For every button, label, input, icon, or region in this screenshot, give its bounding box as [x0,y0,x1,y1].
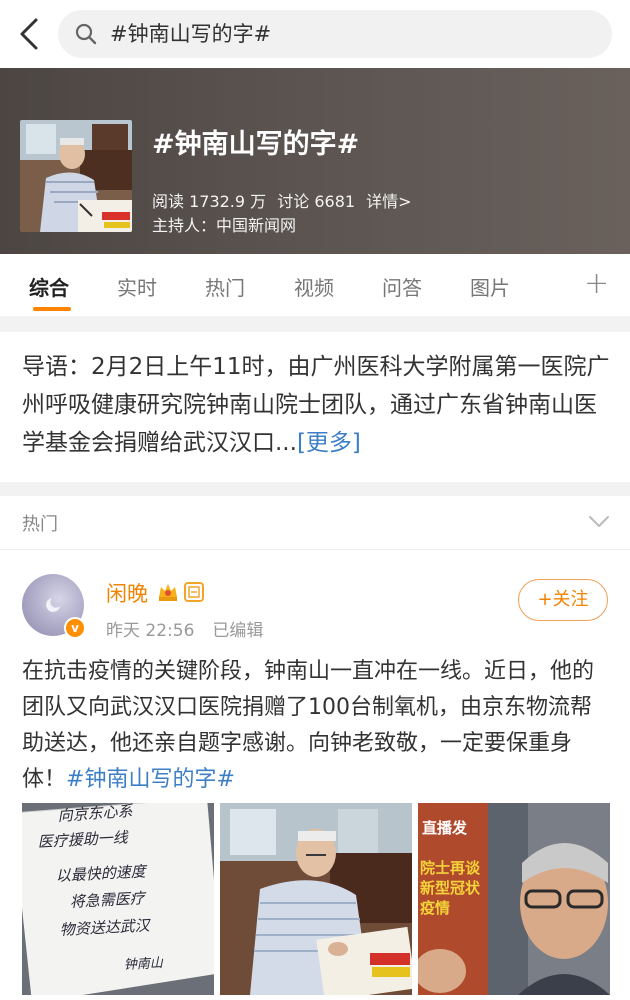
follow-button[interactable]: +关注 [518,579,608,621]
username[interactable]: 闲晚 [106,578,148,608]
hot-section-header[interactable]: 热门 [0,496,630,550]
post-body: 在抗击疫情的关键阶段，钟南山一直冲在一线。近日，他的团队又向武汉汉口医院捐赠了1… [22,654,610,798]
search-input[interactable]: #钟南山写的字# [58,10,612,58]
photo-writing[interactable] [220,803,412,995]
intro-more-link[interactable]: [更多] [297,430,361,456]
topic-host: 主持人：中国新闻网 [152,216,297,235]
back-icon[interactable] [14,16,46,52]
news-text-4: 疫情 [420,899,450,917]
tab-comprehensive[interactable]: 综合 [29,272,69,301]
photo-news[interactable]: 直播发 院士再谈 新型冠状 疫情 [418,803,610,995]
edited-label: 已编辑 [212,621,264,641]
chevron-down-icon[interactable] [588,514,610,528]
calligraphy-signature: 钟南山 [123,956,164,973]
member-badge-icon [184,582,204,602]
divider [0,482,630,496]
topic-title: #钟南山写的字# [152,129,360,160]
tab-hot[interactable]: 热门 [205,272,245,301]
news-text-1: 直播发 [422,819,468,837]
details-link[interactable]: 详情> [366,192,411,211]
tab-bar: 综合 实时 热门 视频 问答 图片 + [0,254,630,316]
news-text-2: 院士再谈 [420,859,481,877]
post-meta: 昨天 22:56 已编辑 [106,616,263,641]
read-count: 阅读 1732.9 万 [152,192,267,211]
add-tab-icon[interactable]: + [584,266,609,301]
photo-grid: 向京东心系 医疗援助一线 以最快的速度 将急需医疗 物资送达武汉 钟南山 直播发… [22,803,610,995]
crown-icon [157,581,179,603]
news-text-3: 新型冠状 [420,879,481,897]
photo-calligraphy[interactable]: 向京东心系 医疗援助一线 以最快的速度 将急需医疗 物资送达武汉 钟南山 [22,803,214,995]
active-tab-indicator [33,307,71,311]
verified-badge-icon: v [64,617,86,639]
tab-images[interactable]: 图片 [470,272,510,301]
topic-stats: 阅读 1732.9 万 讨论 6681 详情> [152,188,418,212]
topic-header: #钟南山写的字# 阅读 1732.9 万 讨论 6681 详情> 主持人：中国新… [0,68,630,254]
search-icon [74,22,98,46]
topic-intro: 导语：2月2日上午11时，由广州医科大学附属第一医院广州呼吸健康研究院钟南山院士… [22,348,612,462]
hot-section-label: 热门 [22,514,58,535]
tab-video[interactable]: 视频 [294,272,334,301]
post-hashtag[interactable]: #钟南山写的字# [66,767,235,792]
tab-qa[interactable]: 问答 [382,272,422,301]
discussion-count: 讨论 6681 [277,192,356,211]
post-time: 昨天 22:56 [106,621,195,641]
tab-realtime[interactable]: 实时 [117,272,157,301]
divider [0,316,630,332]
top-bar: #钟南山写的字# [0,0,630,68]
search-query: #钟南山写的字# [110,22,272,46]
topic-thumbnail[interactable] [20,120,132,232]
